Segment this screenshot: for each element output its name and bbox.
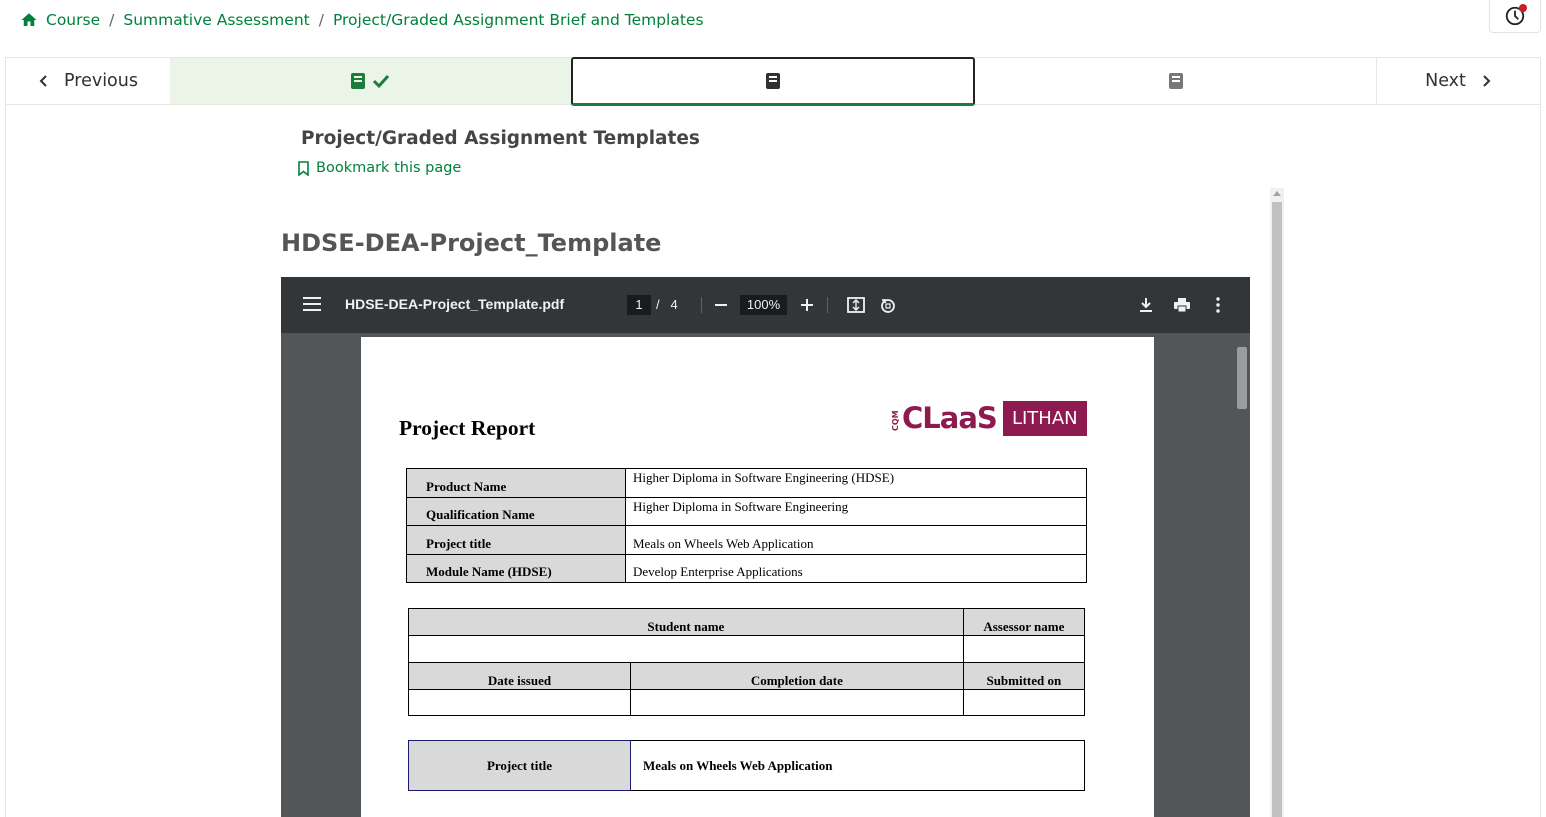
iframe-scrollbar[interactable]	[1270, 188, 1284, 817]
submitted-on-header: Submitted on	[962, 662, 1086, 690]
claas-logo-text: CLaaS	[902, 401, 998, 435]
scrollbar-thumb[interactable]	[1272, 202, 1282, 817]
notification-dot	[1519, 4, 1527, 12]
svg-text:CQM: CQM	[891, 410, 900, 431]
claas-lithan-logo: CQM CLaaS LITHAN	[891, 400, 1087, 436]
zoom-level-input[interactable]: 100%	[740, 295, 787, 315]
project-info-table: Product Name Higher Diploma in Software …	[406, 468, 1087, 583]
completion-date-cell	[630, 689, 964, 716]
unit-title: Project/Graded Assignment Templates	[301, 128, 700, 149]
student-name-cell	[408, 635, 964, 663]
previous-button[interactable]: Previous	[6, 58, 170, 104]
table-label: Product Name	[406, 468, 626, 498]
sequence-navigation: Previous Next	[5, 57, 1541, 106]
bookmark-label: Bookmark this page	[316, 160, 462, 176]
pdf-scrollbar[interactable]	[1236, 333, 1250, 817]
table-row: Module Name (HDSE) Develop Enterprise Ap…	[406, 553, 1087, 583]
download-icon[interactable]	[1136, 295, 1156, 315]
chevron-left-icon	[39, 75, 47, 87]
report-title: Project Report	[399, 416, 536, 440]
toolbar-divider	[827, 297, 828, 313]
unit-tab-active[interactable]	[570, 57, 976, 106]
breadcrumb-separator: /	[318, 11, 324, 29]
breadcrumb-current[interactable]: Project/Graded Assignment Brief and Temp…	[333, 11, 704, 29]
previous-label: Previous	[64, 71, 138, 91]
table-value: Higher Diploma in Software Engineering (…	[625, 468, 1087, 498]
student-name-header: Student name	[408, 608, 964, 636]
chevron-right-icon	[1483, 75, 1491, 87]
table-row: Project title Meals on Wheels Web Applic…	[406, 525, 1087, 555]
pdf-toolbar: HDSE-DEA-Project_Template.pdf 1 / 4 100%	[281, 277, 1250, 333]
pdf-viewer: HDSE-DEA-Project_Template.pdf 1 / 4 100%…	[281, 277, 1250, 817]
next-label: Next	[1425, 71, 1466, 91]
table-value: Meals on Wheels Web Application	[625, 525, 1087, 555]
completion-date-header: Completion date	[630, 662, 964, 690]
toolbar-divider	[701, 297, 702, 313]
table-row: Date issued Completion date Submitted on	[408, 662, 1086, 690]
zoom-out-icon[interactable]	[711, 295, 731, 315]
breadcrumb-course[interactable]: Course	[46, 11, 100, 29]
assessor-name-cell	[962, 635, 1086, 663]
cqm-logo-mark: CQM	[891, 410, 900, 431]
unit-tab-completed[interactable]	[170, 58, 571, 104]
page-count: / 4	[656, 297, 678, 312]
assessment-people-table: Student name Assessor name Date issued C…	[408, 608, 1086, 716]
pdf-heading: HDSE-DEA-Project_Template	[281, 229, 662, 257]
pdf-page: Project Report CQM CLaaS LITHAN Product …	[361, 337, 1154, 817]
table-label: Qualification Name	[406, 496, 626, 526]
project-title-value: Meals on Wheels Web Application	[630, 740, 1085, 791]
unit-tab-pending[interactable]	[975, 58, 1376, 104]
table-row: Product Name Higher Diploma in Software …	[406, 468, 1087, 498]
project-title-label: Project title	[408, 740, 631, 791]
pdf-filename: HDSE-DEA-Project_Template.pdf	[345, 296, 565, 312]
bookmark-icon	[298, 160, 309, 176]
assessor-name-header: Assessor name	[962, 608, 1086, 636]
table-label: Module Name (HDSE)	[406, 553, 626, 583]
scroll-up-arrow-icon[interactable]	[1273, 191, 1281, 196]
fit-page-icon[interactable]	[846, 295, 866, 315]
menu-icon[interactable]	[303, 297, 321, 311]
next-button[interactable]: Next	[1376, 58, 1540, 104]
table-value: Develop Enterprise Applications	[625, 553, 1087, 583]
table-row: Qualification Name Higher Diploma in Sof…	[406, 496, 1087, 526]
page-number-input[interactable]: 1	[627, 295, 651, 315]
table-row: Student name Assessor name	[408, 608, 1086, 636]
project-title-table: Project title Meals on Wheels Web Applic…	[408, 740, 1085, 791]
bookmark-button[interactable]: Bookmark this page	[297, 160, 461, 176]
notifications-button[interactable]	[1489, 0, 1541, 33]
more-options-icon[interactable]	[1208, 295, 1228, 315]
breadcrumb-separator: /	[109, 11, 115, 29]
zoom-in-icon[interactable]	[797, 295, 817, 315]
table-row	[408, 689, 1086, 716]
check-icon	[373, 74, 390, 89]
submitted-on-cell	[962, 689, 1086, 716]
pdf-scrollbar-thumb[interactable]	[1237, 347, 1247, 409]
date-issued-header: Date issued	[408, 662, 631, 690]
lithan-logo: LITHAN	[1002, 400, 1087, 436]
print-icon[interactable]	[1172, 295, 1192, 315]
book-icon	[1168, 73, 1183, 89]
page-separator: /	[656, 297, 660, 312]
date-issued-cell	[408, 689, 631, 716]
table-row	[408, 635, 1086, 663]
home-icon[interactable]	[20, 11, 38, 29]
table-label: Project title	[406, 525, 626, 555]
table-row: Project title Meals on Wheels Web Applic…	[408, 740, 1085, 791]
rotate-icon[interactable]	[878, 295, 898, 315]
table-value: Higher Diploma in Software Engineering	[625, 496, 1087, 526]
total-pages: 4	[670, 297, 678, 312]
breadcrumb-summative-assessment[interactable]: Summative Assessment	[123, 11, 309, 29]
book-icon	[766, 73, 780, 89]
breadcrumb: Course / Summative Assessment / Project/…	[20, 8, 704, 32]
book-icon	[351, 73, 366, 89]
